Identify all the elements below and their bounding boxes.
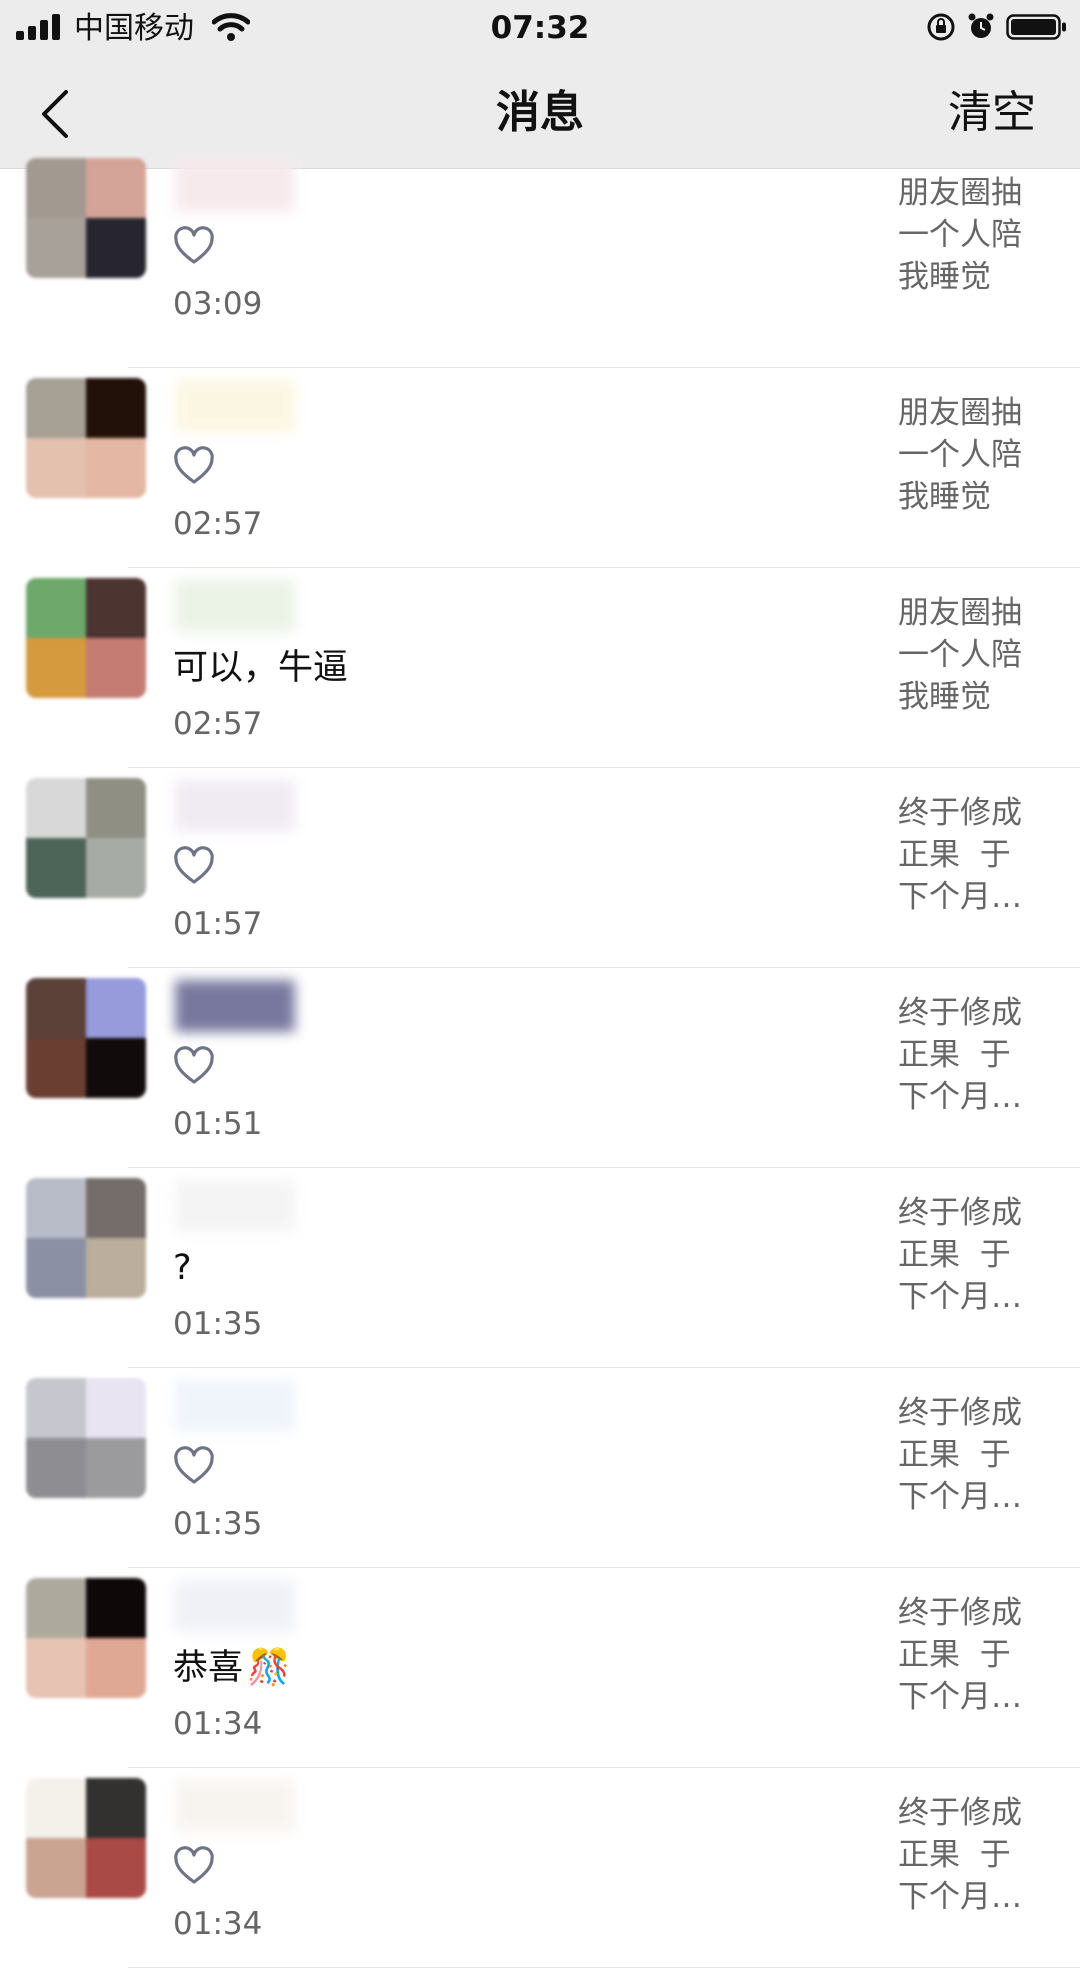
post-preview-line: 一个人陪 <box>898 637 1022 673</box>
comment-text-content: 可以，牛逼 <box>173 648 349 688</box>
post-preview-line: 我睡觉 <box>898 479 991 515</box>
message-time: 02:57 <box>173 706 263 742</box>
message-time: 01:35 <box>173 1506 263 1542</box>
post-preview[interactable]: 终于修成正果 于下个月… <box>898 1592 1048 1718</box>
message-time: 01:35 <box>173 1306 263 1342</box>
heart-icon <box>173 846 215 886</box>
post-preview-line: 一个人陪 <box>898 217 1022 253</box>
rotation-lock-icon <box>927 13 955 41</box>
sender-name-redacted <box>175 1380 295 1432</box>
post-preview-line: 正果 于 <box>898 837 1011 873</box>
sender-name-redacted <box>175 380 295 432</box>
message-time: 02:57 <box>173 506 263 542</box>
post-preview-line: 终于修成 <box>898 1195 1022 1231</box>
post-preview-line: 下个月… <box>898 1079 1022 1115</box>
comment-text-content: 恭喜 <box>173 1648 244 1688</box>
avatar[interactable] <box>26 1178 146 1298</box>
clear-button[interactable]: 清空 <box>948 84 1036 142</box>
message-row[interactable]: 02:57 朋友圈抽一个人陪我睡觉 <box>0 368 1080 568</box>
message-row[interactable]: 01:51 终于修成正果 于下个月… <box>0 968 1080 1168</box>
post-preview[interactable]: 朋友圈抽一个人陪我睡觉 <box>898 592 1048 718</box>
avatar[interactable] <box>26 978 146 1098</box>
post-preview-line: 下个月… <box>898 1679 1022 1715</box>
post-preview[interactable]: 终于修成正果 于下个月… <box>898 1392 1048 1518</box>
alarm-icon <box>968 13 994 38</box>
message-time: 01:51 <box>173 1106 263 1142</box>
post-preview[interactable]: 终于修成正果 于下个月… <box>898 792 1048 918</box>
sender-name-redacted <box>175 580 295 632</box>
post-preview-line: 我睡觉 <box>898 259 991 295</box>
message-row[interactable]: 01:35 终于修成正果 于下个月… <box>0 1368 1080 1568</box>
heart-icon <box>173 226 215 266</box>
sender-name-redacted <box>175 780 295 832</box>
avatar[interactable] <box>26 778 146 898</box>
post-preview-line: 正果 于 <box>898 1837 1011 1873</box>
clock: 07:32 <box>490 10 590 46</box>
post-preview-line: 下个月… <box>898 879 1022 915</box>
status-bar: 中国移动 07:32 <box>0 0 1080 58</box>
party-emoji-icon: 🎊 <box>247 1648 291 1688</box>
message-row[interactable]: 可以，牛逼 02:57 朋友圈抽一个人陪我睡觉 <box>0 568 1080 768</box>
post-preview-line: 终于修成 <box>898 995 1022 1031</box>
message-time: 01:34 <box>173 1706 263 1742</box>
page-title: 消息 <box>496 87 584 138</box>
comment-text: 恭喜 🎊 <box>173 1644 291 1692</box>
avatar[interactable] <box>26 1578 146 1698</box>
post-preview-line: 正果 于 <box>898 1037 1011 1073</box>
post-preview-line: 下个月… <box>898 1279 1022 1315</box>
avatar[interactable] <box>26 378 146 498</box>
message-time: 01:57 <box>173 906 263 942</box>
sender-name-redacted <box>175 980 295 1032</box>
post-preview-line: 朋友圈抽 <box>898 595 1022 631</box>
post-preview-line: 正果 于 <box>898 1637 1011 1673</box>
message-row[interactable]: 01:34 终于修成正果 于下个月… <box>0 1768 1080 1968</box>
avatar[interactable] <box>26 158 146 278</box>
message-time: 01:34 <box>173 1906 263 1942</box>
sender-name-redacted <box>175 160 295 212</box>
post-preview[interactable]: 朋友圈抽一个人陪我睡觉 <box>898 172 1048 298</box>
comment-text: 可以，牛逼 <box>173 644 348 692</box>
message-row[interactable]: ? 01:35 终于修成正果 于下个月… <box>0 1168 1080 1368</box>
sender-name-redacted <box>175 1580 295 1632</box>
avatar[interactable] <box>26 578 146 698</box>
message-row[interactable]: 03:09 朋友圈抽一个人陪我睡觉 <box>0 158 1080 368</box>
sender-name-redacted <box>175 1180 295 1232</box>
post-preview[interactable]: 终于修成正果 于下个月… <box>898 992 1048 1118</box>
heart-icon <box>173 1046 215 1086</box>
comment-text: ? <box>173 1244 192 1292</box>
post-preview-line: 朋友圈抽 <box>898 175 1022 211</box>
post-preview-line: 正果 于 <box>898 1237 1011 1273</box>
comment-text-content: ? <box>173 1248 192 1288</box>
post-preview-line: 我睡觉 <box>898 679 991 715</box>
avatar[interactable] <box>26 1378 146 1498</box>
message-time: 03:09 <box>173 286 263 322</box>
post-preview-line: 一个人陪 <box>898 437 1022 473</box>
battery-icon <box>1006 14 1066 40</box>
heart-icon <box>173 1446 215 1486</box>
message-row[interactable]: 恭喜 🎊 01:34 终于修成正果 于下个月… <box>0 1568 1080 1768</box>
post-preview-line: 朋友圈抽 <box>898 395 1022 431</box>
post-preview-line: 终于修成 <box>898 1595 1022 1631</box>
post-preview[interactable]: 朋友圈抽一个人陪我睡觉 <box>898 392 1048 518</box>
sender-name-redacted <box>175 1780 295 1832</box>
post-preview-line: 终于修成 <box>898 795 1022 831</box>
avatar[interactable] <box>26 1778 146 1898</box>
post-preview-line: 终于修成 <box>898 1395 1022 1431</box>
message-row[interactable]: 01:57 终于修成正果 于下个月… <box>0 768 1080 968</box>
navigation-bar: 消息 清空 <box>0 58 1080 169</box>
heart-icon <box>173 446 215 486</box>
post-preview[interactable]: 终于修成正果 于下个月… <box>898 1792 1048 1918</box>
post-preview-line: 终于修成 <box>898 1795 1022 1831</box>
post-preview-line: 下个月… <box>898 1479 1022 1515</box>
heart-icon <box>173 1846 215 1886</box>
post-preview-line: 下个月… <box>898 1879 1022 1915</box>
post-preview-line: 正果 于 <box>898 1437 1011 1473</box>
post-preview[interactable]: 终于修成正果 于下个月… <box>898 1192 1048 1318</box>
message-list: 03:09 朋友圈抽 一个人陪 我睡觉 02:57 朋友圈抽 一个人陪 我睡觉 可以，牛逼 02:… <box>0 158 1080 1968</box>
